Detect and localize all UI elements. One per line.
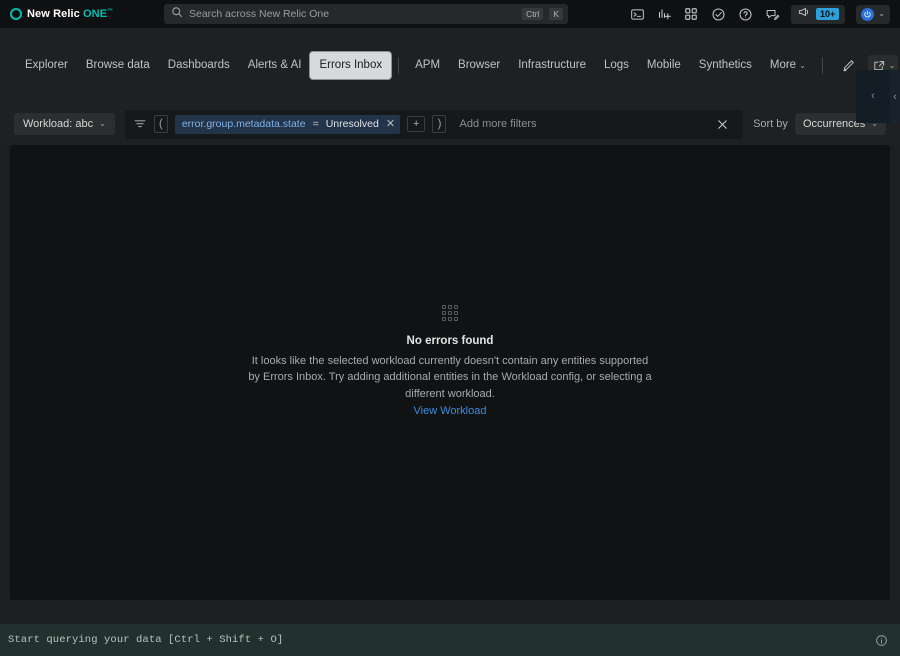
user-avatar-icon [861, 8, 874, 21]
apps-grid-icon[interactable] [683, 6, 699, 22]
add-chart-icon[interactable] [656, 6, 672, 22]
megaphone-icon [797, 5, 811, 24]
chevron-down-icon: ⌄ [99, 120, 106, 128]
empty-state-body: It looks like the selected workload curr… [245, 353, 655, 402]
new-relic-one-app: New Relic ONE™ Search across New Relic O… [0, 0, 900, 656]
collapse-panel-button[interactable]: ‹ [856, 70, 890, 123]
nav-item-dashboards[interactable]: Dashboards [159, 52, 239, 79]
nav-item-more[interactable]: More⌄ [761, 52, 815, 79]
filter-chip[interactable]: error.group.metadata.state = Unresolved … [175, 115, 400, 134]
query-builder-icon[interactable] [629, 6, 645, 22]
filter-input-field[interactable]: ( error.group.metadata.state = Unresolve… [125, 110, 743, 139]
chevron-down-icon: ⌄ [878, 10, 885, 18]
nav-actions-divider-left [822, 57, 823, 74]
brand-name: New Relic ONE™ [27, 8, 113, 20]
filter-funnel-icon[interactable] [133, 117, 147, 131]
nav-item-logs[interactable]: Logs [595, 52, 638, 79]
brand-logo[interactable]: New Relic ONE™ [10, 8, 113, 20]
query-bar[interactable]: Start querying your data [Ctrl + Shift +… [0, 624, 900, 656]
nav-divider [398, 57, 399, 74]
info-circle-icon[interactable] [875, 634, 888, 647]
feedback-icon[interactable] [764, 6, 780, 22]
search-shortcut-key: K [549, 8, 563, 21]
collapse-panel-edge[interactable]: ‹ [890, 70, 900, 123]
brand-name-text: New Relic [27, 8, 80, 20]
nav-item-more-label: More [770, 59, 796, 71]
chevron-left-edge-icon: ‹ [893, 91, 897, 103]
new-relic-logo-icon [10, 8, 22, 20]
filter-open-paren[interactable]: ( [154, 115, 168, 133]
query-input[interactable]: Start querying your data [Ctrl + Shift +… [8, 634, 283, 646]
global-header: New Relic ONE™ Search across New Relic O… [0, 0, 900, 28]
share-chevron-icon[interactable]: ⌄ [889, 62, 896, 70]
filter-chip-remove-icon[interactable]: ✕ [386, 119, 395, 130]
nav-item-errors-inbox[interactable]: Errors Inbox [310, 52, 391, 79]
help-circle-icon[interactable] [737, 6, 753, 22]
whats-new-badge: 10+ [816, 8, 839, 21]
view-workload-link[interactable]: View Workload [414, 405, 487, 417]
filter-chip-operator: = [313, 118, 319, 130]
chevron-left-icon: ‹ [871, 91, 875, 102]
search-input[interactable]: Search across New Relic One [189, 4, 516, 24]
search-icon [171, 5, 183, 23]
nav-item-explorer[interactable]: Explorer [16, 52, 77, 79]
nav-items-primary: Explorer Browse data Dashboards Alerts &… [16, 52, 815, 79]
nav-item-mobile[interactable]: Mobile [638, 52, 690, 79]
nav-item-synthetics[interactable]: Synthetics [690, 52, 761, 79]
clear-filters-icon[interactable] [710, 118, 735, 131]
empty-state-title: No errors found [407, 335, 494, 347]
check-circle-icon[interactable] [710, 6, 726, 22]
nav-item-apm[interactable]: APM [406, 52, 449, 79]
errors-inbox-panel: No errors found It looks like the select… [10, 145, 890, 600]
content-area: No errors found It looks like the select… [0, 145, 900, 624]
brand-trademark: ™ [107, 8, 113, 14]
filter-chip-value: Unresolved [326, 118, 379, 130]
workload-selector-label: Workload: abc [23, 118, 93, 130]
nav-item-browser[interactable]: Browser [449, 52, 509, 79]
sort-by-label: Sort by [753, 118, 788, 130]
search-shortcut-ctrl: Ctrl [522, 8, 543, 21]
primary-navigation: Explorer Browse data Dashboards Alerts &… [0, 28, 900, 103]
filter-toolbar: Workload: abc ⌄ ( error.group.metadata.s… [0, 103, 900, 145]
nav-item-browse-data[interactable]: Browse data [77, 52, 159, 79]
filter-chip-key: error.group.metadata.state [182, 118, 306, 130]
brand-product-text: ONE [83, 8, 107, 20]
add-more-filters-input[interactable]: Add more filters [453, 118, 536, 130]
workload-selector[interactable]: Workload: abc ⌄ [14, 113, 115, 135]
filter-close-paren[interactable]: ) [432, 115, 446, 133]
grid-dots-icon [442, 305, 458, 321]
nav-item-alerts-ai[interactable]: Alerts & AI [239, 52, 311, 79]
global-search[interactable]: Search across New Relic One Ctrl K [164, 4, 568, 24]
global-header-actions: 10+ ⌄ [629, 5, 892, 24]
empty-state: No errors found It looks like the select… [240, 305, 660, 417]
filter-add-condition-button[interactable]: + [407, 116, 425, 132]
user-menu[interactable]: ⌄ [856, 5, 890, 24]
nav-item-infrastructure[interactable]: Infrastructure [509, 52, 595, 79]
chevron-down-icon: ⌄ [799, 61, 806, 70]
whats-new-button[interactable]: 10+ [791, 5, 845, 24]
